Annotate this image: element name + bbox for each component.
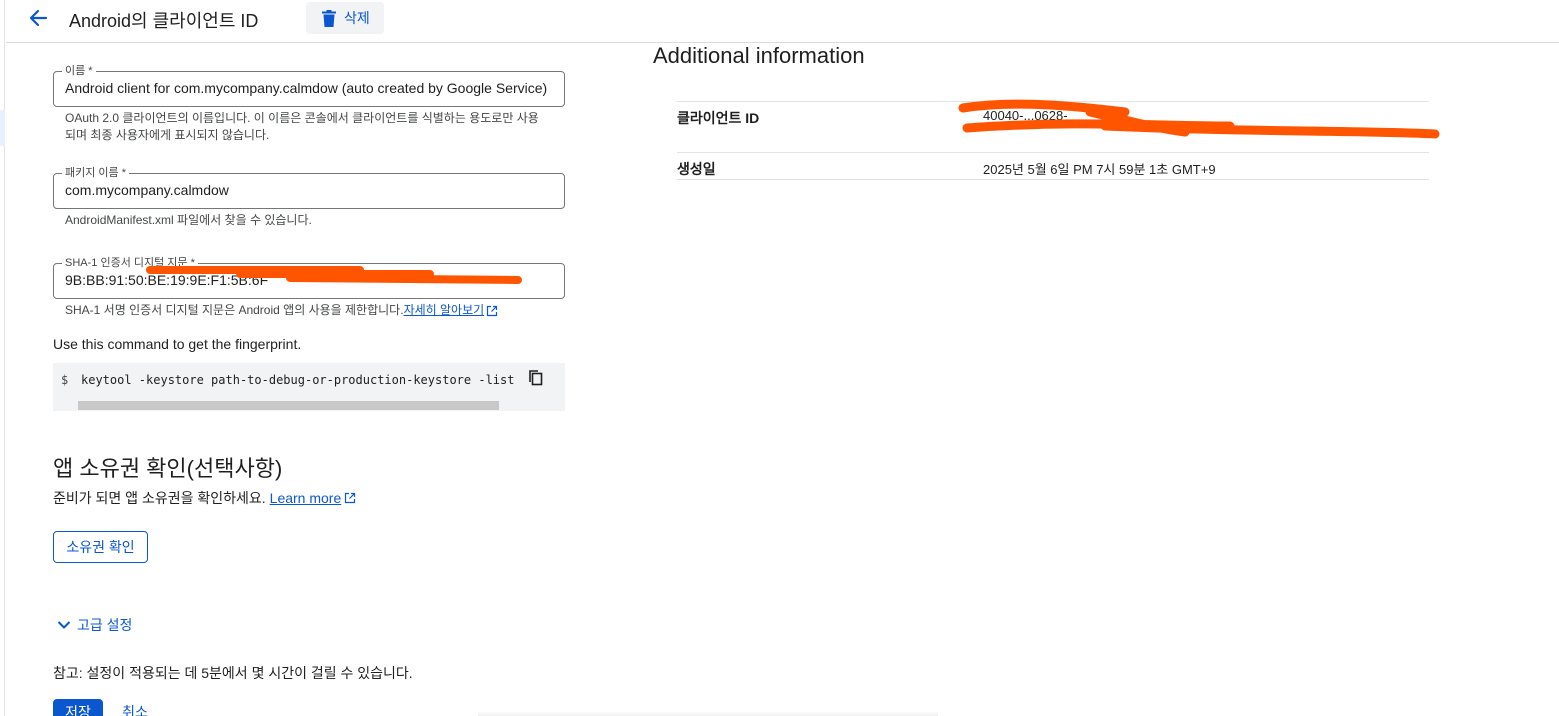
delete-button-label: 삭제 xyxy=(344,10,370,26)
created-date-value: 2025년 5월 6일 PM 7시 59분 1초 GMT+9 xyxy=(983,162,1216,177)
copy-button[interactable] xyxy=(529,370,549,390)
name-field-value: Android client for com.mycompany.calmdow… xyxy=(65,80,548,96)
additional-info-title: Additional information xyxy=(653,43,865,68)
command-text: keytool -keystore path-to-debug-or-produ… xyxy=(81,373,515,387)
ownership-section-title: 앱 소유권 확인(선택사항) xyxy=(53,456,283,481)
top-bar: Android의 클라이언트 ID 삭제 xyxy=(6,0,1559,43)
trash-icon xyxy=(322,9,336,27)
sha1-field-label: SHA-1 인증서 디지털 지문 * xyxy=(62,256,198,270)
command-intro: Use this command to get the fingerprint. xyxy=(53,336,302,352)
name-field[interactable]: 이름 * Android client for com.mycompany.ca… xyxy=(53,64,565,107)
open-in-new-icon xyxy=(345,492,356,504)
copy-icon xyxy=(529,370,543,386)
name-field-hint: OAuth 2.0 클라이언트의 이름입니다. 이 이름은 콘솔에서 클라이언트… xyxy=(65,111,539,142)
save-button[interactable]: 저장 xyxy=(53,699,103,716)
package-name-label: 패키지 이름 * xyxy=(62,166,129,180)
advanced-settings-toggle[interactable]: 고급 설정 xyxy=(57,615,132,635)
left-nav-rail xyxy=(0,0,5,716)
verify-ownership-button[interactable]: 소유권 확인 xyxy=(53,531,148,563)
package-name-value: com.mycompany.calmdow xyxy=(65,182,229,198)
code-horizontal-scrollbar[interactable] xyxy=(78,401,499,410)
package-name-hint: AndroidManifest.xml 파일에서 찾을 수 있습니다. xyxy=(65,213,312,227)
ownership-desc-text: 준비가 되면 앱 소유권을 확인하세요. xyxy=(53,490,266,506)
chevron-down-icon xyxy=(57,621,71,629)
cancel-button[interactable]: 취소 xyxy=(110,699,160,716)
client-id-key: 클라이언트 ID xyxy=(677,110,760,126)
client-id-row: 클라이언트 ID 40040-...0628- xyxy=(677,102,1429,153)
page-title: Android의 클라이언트 ID xyxy=(69,11,259,31)
bottom-shadow xyxy=(478,711,938,716)
additional-info-table: 클라이언트 ID 40040-...0628- 생성일 2025년 5월 6일 … xyxy=(677,101,1429,180)
left-nav-selected xyxy=(0,110,5,146)
open-in-new-icon xyxy=(487,305,498,316)
sha1-hint-text: SHA-1 서명 인증서 디지털 지문은 Android 앱의 사용을 제한합니… xyxy=(65,303,404,317)
created-date-row: 생성일 2025년 5월 6일 PM 7시 59분 1초 GMT+9 xyxy=(677,153,1429,180)
advanced-settings-label: 고급 설정 xyxy=(77,617,133,633)
name-field-label: 이름 * xyxy=(62,64,96,78)
command-code-block: $ keytool -keystore path-to-debug-or-pro… xyxy=(53,363,565,411)
back-button[interactable] xyxy=(20,4,56,32)
command-prompt: $ xyxy=(61,373,69,387)
package-name-field[interactable]: 패키지 이름 * com.mycompany.calmdow xyxy=(53,166,565,209)
sha1-field-value: 9B:BB:91:50:BE:19:9E:F1:5B:6F xyxy=(65,272,269,288)
delete-button[interactable]: 삭제 xyxy=(306,2,384,34)
settings-note: 참고: 설정이 적용되는 데 5분에서 몇 시간이 걸릴 수 있습니다. xyxy=(53,665,413,681)
arrow-left-icon xyxy=(29,9,48,27)
sha1-field[interactable]: SHA-1 인증서 디지털 지문 * 9B:BB:91:50:BE:19:9E:… xyxy=(53,256,565,299)
sha1-hint: SHA-1 서명 인증서 디지털 지문은 Android 앱의 사용을 제한합니… xyxy=(65,302,498,319)
ownership-desc: 준비가 되면 앱 소유권을 확인하세요. Learn more xyxy=(53,488,356,508)
created-date-key: 생성일 xyxy=(677,161,716,177)
ownership-learn-more-link[interactable]: Learn more xyxy=(270,490,342,506)
client-id-value: 40040-...0628- xyxy=(983,108,1068,123)
learn-more-link[interactable]: 자세히 알아보기 xyxy=(404,302,485,319)
